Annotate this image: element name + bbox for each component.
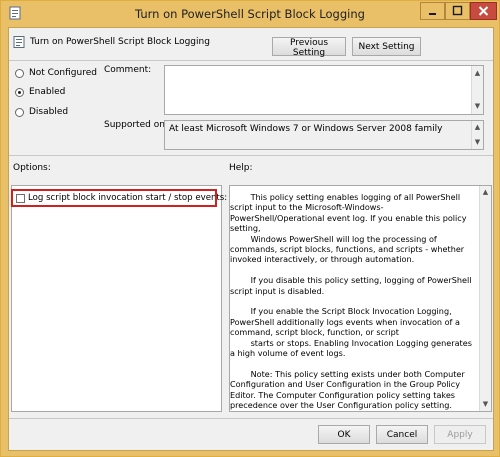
minimize-button[interactable] [420, 2, 445, 20]
comment-scrollbar[interactable]: ▲ ▼ [471, 66, 483, 114]
not-configured-radio[interactable] [15, 69, 24, 78]
scroll-up-icon[interactable]: ▲ [472, 68, 483, 79]
supported-on-field[interactable]: At least Microsoft Windows 7 or Windows … [164, 120, 484, 150]
supported-on-label: Supported on: [104, 120, 168, 130]
help-panel: This policy setting enables logging of a… [229, 185, 492, 412]
help-paragraph: If you disable this policy setting, logg… [230, 275, 475, 296]
close-icon [478, 6, 489, 16]
supported-scrollbar[interactable]: ▲ ▼ [471, 121, 483, 149]
close-button[interactable] [470, 2, 497, 20]
radio-selected-dot [18, 91, 21, 94]
scroll-up-icon[interactable]: ▲ [480, 187, 491, 198]
comment-field[interactable]: ▲ ▼ [164, 65, 484, 115]
help-text: This policy setting enables logging of a… [230, 192, 475, 411]
comment-label: Comment: [104, 65, 152, 75]
options-header: Options: [13, 163, 51, 173]
cancel-button[interactable]: Cancel [376, 425, 428, 444]
highlight-box [11, 189, 217, 207]
scroll-down-icon[interactable]: ▼ [472, 101, 483, 112]
help-paragraph: This policy setting enables logging of a… [230, 192, 467, 265]
enabled-label: Enabled [29, 87, 66, 97]
policy-name: Turn on PowerShell Script Block Logging [30, 37, 210, 47]
footer-divider [9, 418, 493, 419]
policy-setting-icon [13, 36, 25, 51]
help-header: Help: [229, 163, 253, 173]
policy-dialog-window: Turn on PowerShell Script Block Logging … [0, 0, 500, 457]
scroll-down-icon[interactable]: ▼ [472, 137, 483, 148]
title-bar[interactable]: Turn on PowerShell Script Block Logging [1, 1, 499, 27]
not-configured-label: Not Configured [29, 68, 97, 78]
enabled-radio[interactable] [15, 88, 24, 97]
apply-button[interactable]: Apply [434, 425, 486, 444]
scroll-up-icon[interactable]: ▲ [472, 122, 483, 133]
previous-setting-button[interactable]: Previous Setting [272, 37, 346, 58]
options-panel: Log script block invocation start / stop… [11, 185, 227, 412]
minimize-icon [429, 13, 436, 15]
help-paragraph: Note: This policy setting exists under b… [230, 368, 468, 411]
disabled-label: Disabled [29, 107, 69, 117]
settings-divider [9, 155, 493, 156]
disabled-radio[interactable] [15, 108, 24, 117]
maximize-button[interactable] [445, 2, 470, 20]
ok-button[interactable]: OK [318, 425, 370, 444]
scroll-down-icon[interactable]: ▼ [480, 399, 491, 410]
help-scrollbar[interactable]: ▲ ▼ [479, 186, 491, 411]
header-divider [9, 60, 493, 61]
dialog-body: Turn on PowerShell Script Block Logging … [8, 27, 494, 451]
maximize-icon [452, 5, 463, 16]
supported-on-value: At least Microsoft Windows 7 or Windows … [169, 124, 443, 134]
help-paragraph: If you enable the Script Block Invocatio… [230, 306, 472, 359]
next-setting-button[interactable]: Next Setting [352, 37, 421, 56]
